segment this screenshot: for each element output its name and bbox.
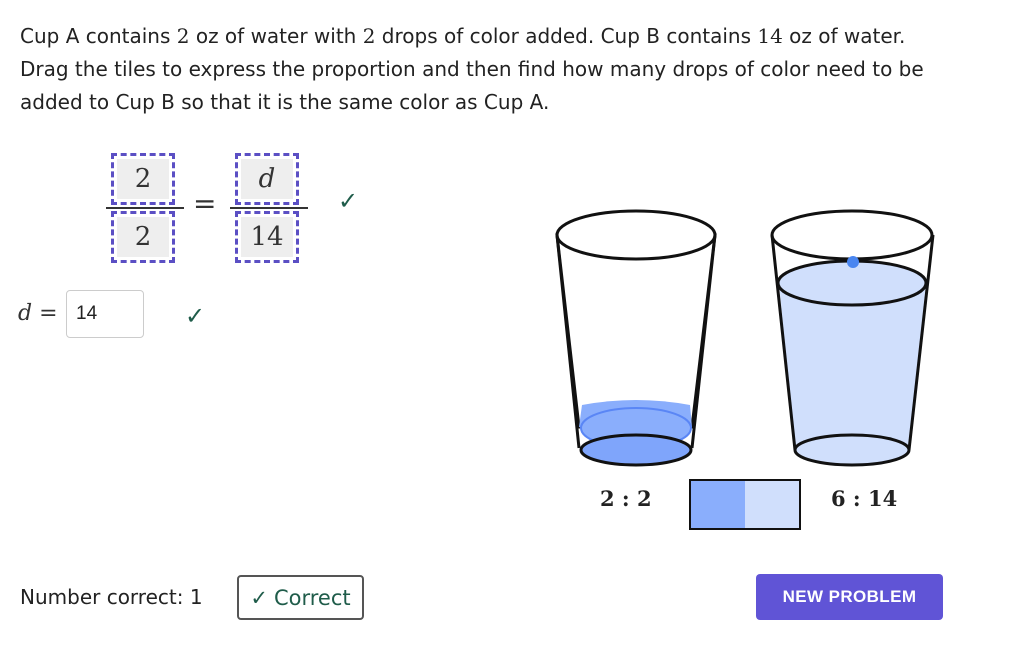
number-correct: Number correct: 1 (20, 585, 203, 609)
cup-b-oz-value: 14 (757, 24, 783, 48)
cup-b-color-swatch (745, 481, 799, 528)
status-correct-box: ✓ Correct (237, 575, 364, 620)
problem-line-2: Drag the tiles to express the proportion… (20, 57, 924, 81)
cup-a-ratio-label: 2 : 2 (600, 486, 652, 511)
cup-b (770, 209, 935, 467)
new-problem-button[interactable]: NEW PROBLEM (756, 574, 943, 620)
tile-value: d (241, 159, 293, 199)
cup-b-base (793, 433, 911, 467)
color-comparison-swatch (689, 479, 801, 530)
problem-text: drops of color added. Cup B contains (375, 24, 758, 48)
cup-a (555, 209, 717, 467)
problem-line-3: added to Cup B so that it is the same co… (20, 90, 550, 114)
d-equals: = (32, 301, 58, 326)
check-icon: ✓ (250, 585, 268, 610)
problem-text: oz of water with (189, 24, 363, 48)
equals-sign: = (193, 187, 217, 220)
tile-right-denominator[interactable]: 14 (235, 211, 299, 263)
cup-a-drops-value: 2 (362, 24, 376, 48)
d-variable: d (18, 301, 33, 326)
cup-b-fill-handle[interactable] (847, 256, 859, 268)
tile-value: 2 (117, 159, 169, 199)
fraction-bar-right (230, 207, 308, 209)
cup-a-color-swatch (691, 481, 745, 528)
cup-a-body (555, 233, 717, 429)
tile-value: 2 (117, 217, 169, 257)
answer-check-icon: ✓ (185, 302, 206, 330)
page: Cup A contains 2 oz of water with 2 drop… (0, 0, 1032, 645)
cup-b-ratio-label: 6 : 14 (831, 486, 898, 511)
d-label: d = (18, 301, 58, 326)
tile-right-numerator[interactable]: d (235, 153, 299, 205)
problem-line-1: Cup A contains 2 oz of water with 2 drop… (20, 20, 980, 53)
cup-a-oz-value: 2 (176, 24, 190, 48)
tile-left-denominator[interactable]: 2 (111, 211, 175, 263)
problem-text: oz of water. (782, 24, 906, 48)
cups-illustration (555, 209, 935, 467)
problem-text: Cup A contains (20, 24, 177, 48)
cup-a-rim (555, 209, 717, 261)
tile-left-numerator[interactable]: 2 (111, 153, 175, 205)
proportion-check-icon: ✓ (338, 187, 359, 215)
problem-statement: Cup A contains 2 oz of water with 2 drop… (20, 20, 980, 119)
cup-a-base (579, 433, 693, 467)
cup-b-liquid (779, 283, 926, 457)
tile-value: 14 (241, 217, 293, 257)
fraction-bar-left (106, 207, 184, 209)
status-text: Correct (273, 585, 351, 610)
d-answer-input[interactable] (66, 290, 144, 338)
